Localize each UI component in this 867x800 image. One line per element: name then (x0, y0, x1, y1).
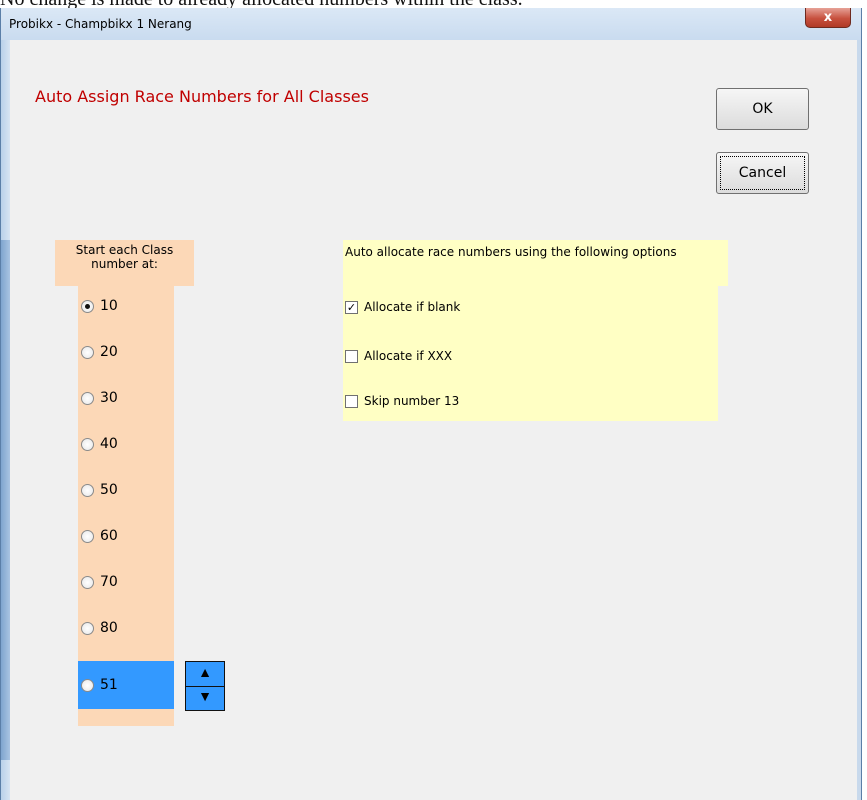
radio-label: 40 (100, 436, 118, 452)
title-bar[interactable]: Probikx - Champbikx 1 Nerang x (1, 8, 861, 40)
option-skip-number-13[interactable]: Skip number 13 (345, 392, 459, 410)
start-option-20[interactable]: 20 (78, 337, 174, 367)
radio-label: 50 (100, 482, 118, 498)
cancel-button[interactable]: Cancel (716, 152, 809, 194)
checkbox-label: Skip number 13 (364, 394, 460, 408)
close-icon: x (823, 10, 833, 25)
checkbox-label: Allocate if blank (364, 300, 461, 314)
radio-button[interactable] (81, 575, 94, 589)
radio-label: 30 (100, 390, 118, 406)
checkbox-checked[interactable]: ✓ (345, 300, 358, 314)
start-number-header: Start each Class number at: (55, 240, 194, 286)
dialog-heading: Auto Assign Race Numbers for All Classes (35, 87, 369, 106)
radio-button[interactable] (81, 437, 94, 451)
focus-rectangle (720, 156, 805, 190)
radio-button[interactable] (81, 529, 94, 543)
start-option-50[interactable]: 50 (78, 475, 174, 505)
checkbox[interactable] (345, 349, 358, 363)
option-allocate-if-xxx[interactable]: Allocate if XXX (345, 347, 452, 365)
arrow-down-icon: ▼ (198, 690, 212, 705)
start-option-10[interactable]: 10 (78, 291, 174, 321)
start-option-40[interactable]: 40 (78, 429, 174, 459)
radio-label: 20 (100, 344, 118, 360)
background-document-text: No change is made to already allocated n… (0, 0, 867, 8)
dialog-window: Probikx - Champbikx 1 Nerang x Auto Assi… (0, 8, 862, 800)
start-option-30[interactable]: 30 (78, 383, 174, 413)
radio-button[interactable] (81, 391, 94, 405)
radio-button[interactable] (81, 345, 94, 359)
checkbox[interactable] (345, 394, 358, 408)
ok-button[interactable]: OK (716, 88, 809, 130)
window-left-border (1, 40, 10, 800)
start-option-70[interactable]: 70 (78, 567, 174, 597)
radio-button[interactable] (81, 678, 94, 692)
radio-label: 80 (100, 620, 118, 636)
start-option-80[interactable]: 80 (78, 613, 174, 643)
start-option-60[interactable]: 60 (78, 521, 174, 551)
ok-button-label: OK (752, 101, 773, 117)
window-right-border (857, 40, 861, 800)
window-title: Probikx - Champbikx 1 Nerang (9, 17, 192, 31)
custom-start-value: 51 (100, 677, 118, 693)
spinner-down-button[interactable]: ▼ (186, 686, 224, 710)
arrow-up-icon: ▲ (198, 666, 212, 681)
radio-button[interactable] (81, 483, 94, 497)
allocation-options-header: Auto allocate race numbers using the fol… (343, 240, 728, 286)
close-button[interactable]: x (805, 8, 851, 28)
radio-label: 70 (100, 574, 118, 590)
radio-label: 60 (100, 528, 118, 544)
radio-button[interactable] (81, 621, 94, 635)
dialog-client-area: Auto Assign Race Numbers for All Classes… (10, 40, 857, 800)
spinner-up-button[interactable]: ▲ (186, 662, 224, 687)
radio-button[interactable] (81, 299, 94, 313)
checkbox-label: Allocate if XXX (364, 349, 453, 363)
option-allocate-if-blank[interactable]: ✓ Allocate if blank (345, 298, 460, 316)
start-option-custom[interactable]: 51 (78, 661, 174, 709)
custom-start-spinner[interactable]: ▲ ▼ (185, 661, 225, 711)
radio-label: 10 (100, 298, 118, 314)
